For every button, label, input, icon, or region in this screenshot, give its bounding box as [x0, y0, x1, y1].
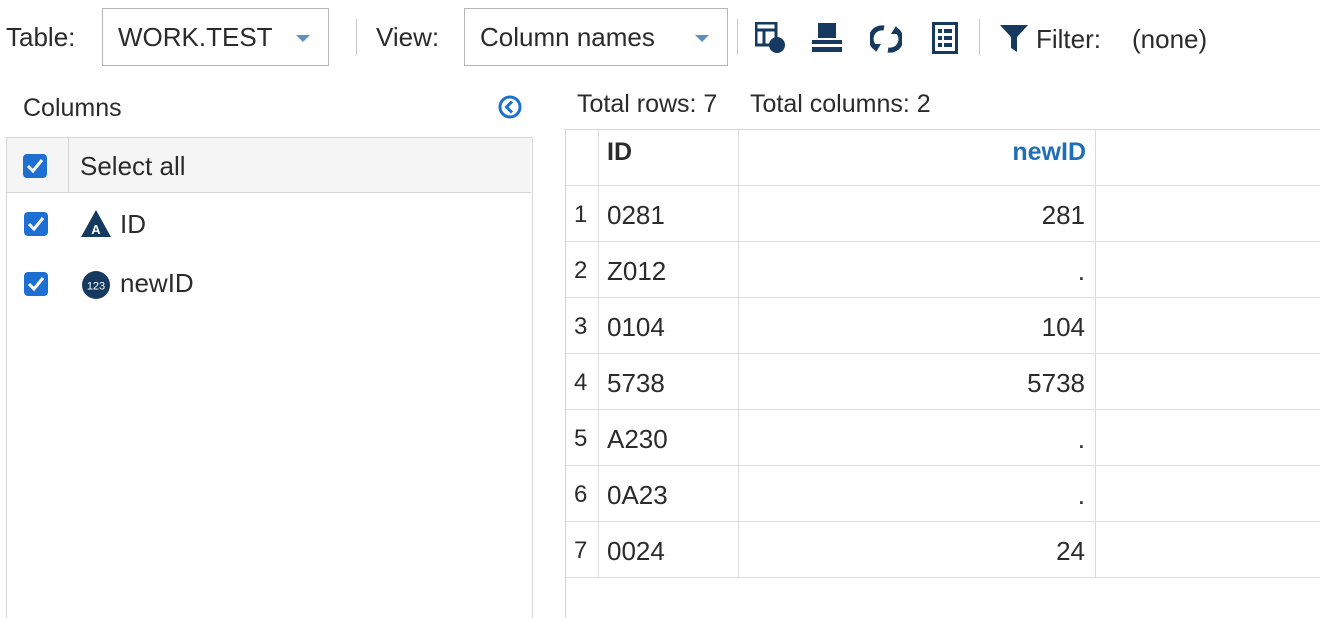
cell-newid-value: 104	[1042, 312, 1085, 343]
cell-id[interactable]: A230	[599, 410, 739, 466]
save-table-icon[interactable]	[812, 22, 844, 59]
empty-cell	[1096, 242, 1320, 298]
row-number-cell: 7	[566, 522, 599, 578]
cell-newid[interactable]: 24	[739, 522, 1096, 578]
column-header-label: newID	[1012, 138, 1086, 167]
select-all-checkbox[interactable]	[23, 154, 47, 178]
row-number: 2	[574, 257, 587, 285]
cell-id[interactable]: 5738	[599, 354, 739, 410]
cell-newid[interactable]: 5738	[739, 354, 1096, 410]
column-properties-icon[interactable]	[755, 22, 787, 59]
cell-id-value: Z012	[607, 256, 666, 287]
row-number: 6	[574, 481, 587, 509]
cell-newid[interactable]: .	[739, 242, 1096, 298]
cell-id-value: 5738	[607, 368, 665, 399]
view-label: View:	[376, 22, 439, 53]
empty-cell	[1096, 354, 1320, 410]
cell-newid[interactable]: .	[739, 410, 1096, 466]
cell-id-value: 0024	[607, 536, 665, 567]
column-name-newid[interactable]: newID	[120, 268, 194, 299]
empty-cell	[1096, 522, 1320, 578]
empty-cell	[1096, 466, 1320, 522]
cell-newid-value: 5738	[1027, 368, 1085, 399]
toolbar-divider	[979, 19, 980, 55]
row-number: 7	[574, 537, 587, 565]
total-rows: Total rows: 7	[577, 90, 717, 119]
row-number-cell: 4	[566, 354, 599, 410]
cell-id-value: 0104	[607, 312, 665, 343]
cell-id-value: 0281	[607, 200, 665, 231]
toolbar-divider	[737, 19, 738, 55]
column-checkbox-id[interactable]	[24, 212, 48, 236]
column-list-icon[interactable]	[932, 22, 958, 59]
cell-newid[interactable]: 281	[739, 186, 1096, 242]
column-checkbox-newid[interactable]	[24, 272, 48, 296]
svg-text:123: 123	[87, 281, 105, 293]
cell-id[interactable]: Z012	[599, 242, 739, 298]
cell-id-value: 0A23	[607, 480, 668, 511]
row-number-cell: 5	[566, 410, 599, 466]
chevron-down-icon	[296, 35, 310, 42]
filter-icon[interactable]	[999, 24, 1029, 59]
filter-label: Filter:	[1036, 24, 1101, 55]
cell-newid-value: .	[1078, 424, 1085, 455]
cell-newid-value: 281	[1042, 200, 1085, 231]
columns-panel-title: Columns	[23, 94, 122, 123]
row-number-cell: 1	[566, 186, 599, 242]
row-number: 5	[574, 425, 587, 453]
refresh-icon[interactable]	[870, 24, 902, 59]
cell-id[interactable]: 0A23	[599, 466, 739, 522]
row-number-cell: 2	[566, 242, 599, 298]
cell-newid-value: .	[1078, 256, 1085, 287]
empty-cell	[1096, 410, 1320, 466]
collapse-panel-icon[interactable]	[497, 94, 523, 125]
cell-id[interactable]: 0104	[599, 298, 739, 354]
column-name-id[interactable]: ID	[120, 209, 146, 240]
empty-cell	[1096, 298, 1320, 354]
select-all-divider	[68, 138, 69, 193]
numeric-type-icon: 123	[81, 270, 111, 305]
cell-newid[interactable]: .	[739, 466, 1096, 522]
svg-text:A: A	[91, 222, 101, 237]
row-number-header	[566, 130, 599, 186]
chevron-down-icon	[695, 35, 709, 42]
select-all-label: Select all	[80, 151, 186, 182]
view-select-value: Column names	[480, 22, 655, 53]
empty-cell	[1096, 186, 1320, 242]
cell-newid[interactable]: 104	[739, 298, 1096, 354]
row-number: 1	[574, 201, 587, 229]
row-number-cell: 6	[566, 466, 599, 522]
character-type-icon: A	[80, 209, 112, 244]
table-select[interactable]: WORK.TEST	[102, 8, 329, 66]
row-number: 3	[574, 313, 587, 341]
empty-header-cell	[1096, 130, 1320, 186]
filter-value: (none)	[1132, 24, 1207, 55]
row-number-cell: 3	[566, 298, 599, 354]
cell-newid-value: 24	[1056, 536, 1085, 567]
toolbar-divider	[356, 19, 357, 55]
cell-id-value: A230	[607, 424, 668, 455]
row-number: 4	[574, 369, 587, 397]
column-header-id[interactable]: ID	[599, 130, 739, 186]
column-header-label: ID	[607, 138, 632, 167]
total-columns: Total columns: 2	[750, 90, 931, 119]
cell-id[interactable]: 0281	[599, 186, 739, 242]
table-select-value: WORK.TEST	[118, 22, 273, 53]
cell-id[interactable]: 0024	[599, 522, 739, 578]
view-select[interactable]: Column names	[464, 8, 728, 66]
table-label: Table:	[6, 22, 75, 53]
cell-newid-value: .	[1078, 480, 1085, 511]
column-header-newid[interactable]: newID	[739, 130, 1096, 186]
